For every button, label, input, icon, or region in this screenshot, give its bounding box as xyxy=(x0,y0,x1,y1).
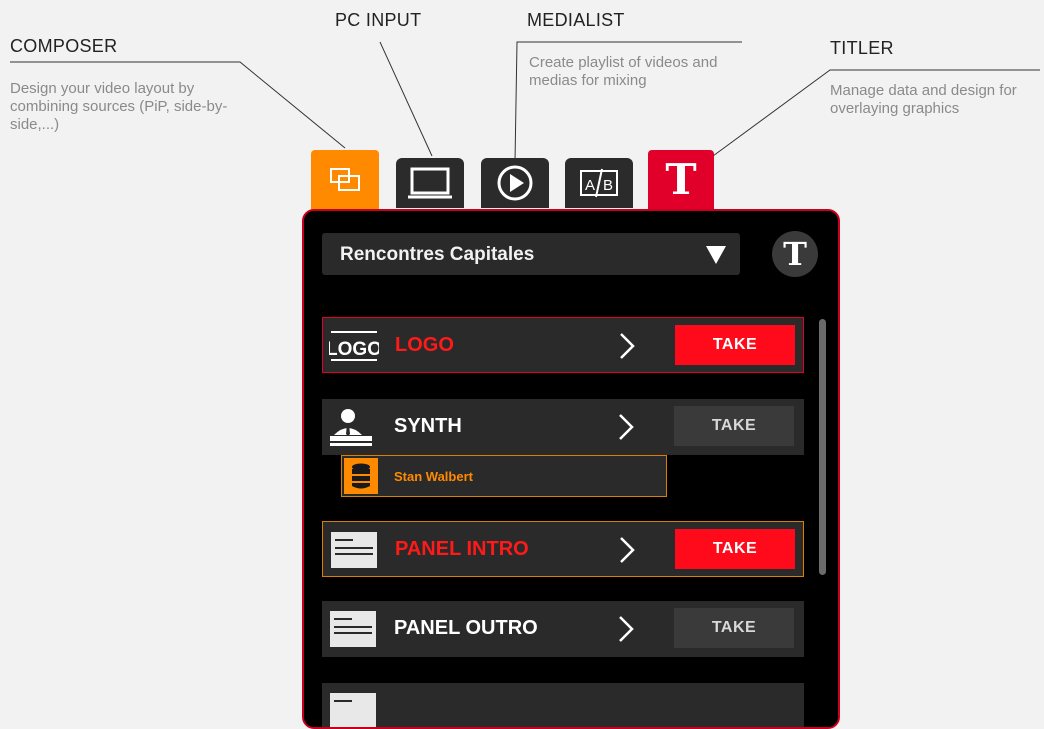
chevron-right-icon[interactable] xyxy=(618,615,634,643)
chevron-right-icon[interactable] xyxy=(618,413,634,441)
titler-icon: T xyxy=(665,155,697,204)
data-source-chip[interactable]: Stan Walbert xyxy=(341,455,667,497)
composer-callout-title: COMPOSER xyxy=(10,36,118,56)
titler-callout-desc: Manage data and design for overlaying gr… xyxy=(830,82,1017,117)
svg-text:LOGO: LOGO xyxy=(329,339,379,360)
tab-composer[interactable] xyxy=(311,150,379,210)
tab-titler[interactable]: T xyxy=(648,150,714,210)
list-item-label: PANEL INTRO xyxy=(395,538,529,560)
project-dropdown-value: Rencontres Capitales xyxy=(340,244,535,265)
list-scrollbar[interactable] xyxy=(819,319,826,575)
tab-medialist[interactable] xyxy=(481,158,549,208)
chevron-right-icon[interactable] xyxy=(619,536,635,564)
composer-callout-desc: Design your video layout by combining so… xyxy=(10,80,228,133)
list-item-panel-outro[interactable]: PANEL OUTRO TAKE xyxy=(322,601,804,657)
chevron-down-icon xyxy=(706,246,726,264)
panel-icon xyxy=(330,693,376,727)
logo-icon: LOGO xyxy=(329,331,379,361)
list-item-partial[interactable] xyxy=(322,683,804,727)
take-button[interactable]: TAKE xyxy=(674,608,794,648)
take-button[interactable]: TAKE xyxy=(675,325,795,365)
svg-text:A: A xyxy=(585,177,595,194)
take-button[interactable]: TAKE xyxy=(675,529,795,569)
titler-badge[interactable]: T xyxy=(772,231,818,277)
project-dropdown[interactable]: Rencontres Capitales xyxy=(322,233,740,275)
tab-pc-input[interactable] xyxy=(396,158,464,208)
take-button[interactable]: TAKE xyxy=(674,406,794,446)
chevron-right-icon[interactable] xyxy=(619,332,635,360)
list-item-synth[interactable]: SYNTH TAKE xyxy=(322,399,804,455)
panel-icon xyxy=(331,532,377,568)
list-item-label: LOGO xyxy=(395,334,454,356)
medialist-callout-desc: Create playlist of videos and medias for… xyxy=(529,54,718,89)
ab-transition-icon: A B xyxy=(580,168,618,198)
panel-icon xyxy=(330,611,376,647)
medialist-callout-title: MEDIALIST xyxy=(527,10,625,30)
titler-callout-title: TITLER xyxy=(830,38,894,58)
list-item-logo[interactable]: LOGO LOGO TAKE xyxy=(322,317,804,373)
monitor-icon xyxy=(408,167,452,199)
database-icon xyxy=(344,458,378,494)
pc-input-callout-title: PC INPUT xyxy=(335,10,422,30)
play-icon xyxy=(497,165,533,201)
person-icon xyxy=(330,409,372,446)
list-item-label: PANEL OUTRO xyxy=(394,617,538,639)
tab-ab-transition[interactable]: A B xyxy=(565,158,633,208)
composer-icon xyxy=(330,168,360,191)
titler-panel: Rencontres Capitales T LOGO LOGO TAKE SY… xyxy=(302,209,840,729)
data-source-label: Stan Walbert xyxy=(394,469,473,484)
list-item-panel-intro[interactable]: PANEL INTRO TAKE xyxy=(322,521,804,577)
list-item-label: SYNTH xyxy=(394,415,462,437)
svg-text:B: B xyxy=(603,177,613,194)
